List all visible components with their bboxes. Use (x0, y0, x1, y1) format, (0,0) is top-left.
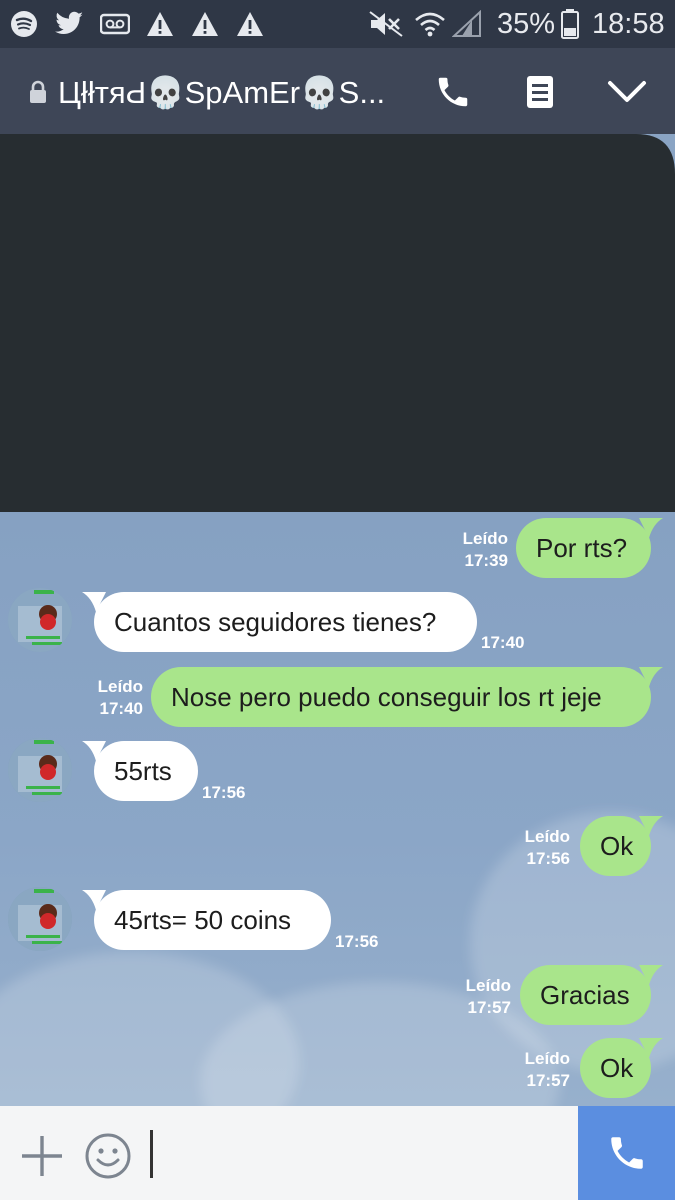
chevron-down-icon (608, 81, 646, 102)
incoming-message[interactable]: 55rts (82, 741, 198, 801)
incoming-message[interactable]: 45rts= 50 coins (82, 890, 331, 950)
notes-icon (527, 76, 553, 108)
chat-messages[interactable]: Leído 17:39 Por rts? Cuantos seguidores … (0, 512, 675, 1106)
twitter-icon (55, 11, 83, 35)
message-text: Gracias (540, 979, 630, 1010)
warning-icon (192, 12, 218, 36)
message-text: Ok (600, 1052, 634, 1083)
incoming-message[interactable]: Cuantos seguidores tienes? (82, 592, 477, 652)
avatar[interactable] (8, 588, 72, 652)
message-status: Leído 17:57 (465, 976, 511, 1017)
status-bar: 35% 18:58 (0, 0, 675, 48)
battery-percent: 35% (497, 8, 556, 40)
message-text: Ok (600, 830, 634, 861)
message-time: 17:56 (335, 932, 379, 951)
redacted-media-area (0, 134, 675, 512)
emoji-icon[interactable] (84, 1132, 132, 1180)
message-status: Leído 17:39 (462, 529, 508, 570)
spotify-icon (11, 11, 37, 37)
message-status: Leído 17:57 (524, 1049, 570, 1090)
avatar-image (8, 588, 72, 652)
battery-icon (561, 9, 579, 39)
call-button[interactable] (431, 70, 475, 114)
message-time: 17:56 (202, 783, 246, 802)
avatar-image (8, 738, 72, 802)
voice-call-button[interactable] (578, 1106, 675, 1200)
plus-icon[interactable] (18, 1132, 66, 1180)
message-text: 45rts= 50 coins (114, 904, 292, 935)
avatar[interactable] (8, 887, 72, 951)
chat-header: ЦłłтяԀ💀SpAmEr💀S... (0, 48, 675, 136)
message-text: Cuantos seguidores tienes? (114, 606, 437, 637)
message-text: Por rts? (536, 532, 628, 563)
chat-title[interactable]: ЦłłтяԀ💀SpAmEr💀S... (58, 74, 403, 112)
voicemail-icon (100, 13, 130, 35)
signal-icon (452, 10, 481, 37)
message-status: Leído 17:40 (97, 677, 143, 718)
wifi-icon (415, 12, 445, 37)
text-input-caret[interactable] (150, 1130, 153, 1178)
message-input-bar (0, 1106, 675, 1200)
collapse-button[interactable] (605, 70, 649, 114)
phone-icon (610, 1137, 643, 1169)
outgoing-message[interactable]: Ok (580, 816, 663, 876)
warning-icon (237, 12, 263, 36)
mute-icon (369, 11, 403, 37)
warning-icon (147, 12, 173, 36)
outgoing-message[interactable]: Por rts? (516, 518, 663, 578)
outgoing-message[interactable]: Ok (580, 1038, 663, 1098)
message-status: Leído 17:56 (524, 827, 570, 868)
message-text: 55rts (114, 755, 172, 786)
outgoing-message[interactable]: Nose pero puedo conseguir los rt jeje (151, 667, 663, 727)
phone-icon (438, 77, 468, 107)
message-text: Nose pero puedo conseguir los rt jeje (171, 681, 602, 712)
message-time: 17:40 (481, 633, 525, 652)
avatar-image (8, 887, 72, 951)
notes-button[interactable] (518, 70, 562, 114)
lock-icon (30, 80, 46, 103)
outgoing-message[interactable]: Gracias (520, 965, 663, 1025)
avatar[interactable] (8, 738, 72, 802)
clock: 18:58 (592, 8, 665, 40)
